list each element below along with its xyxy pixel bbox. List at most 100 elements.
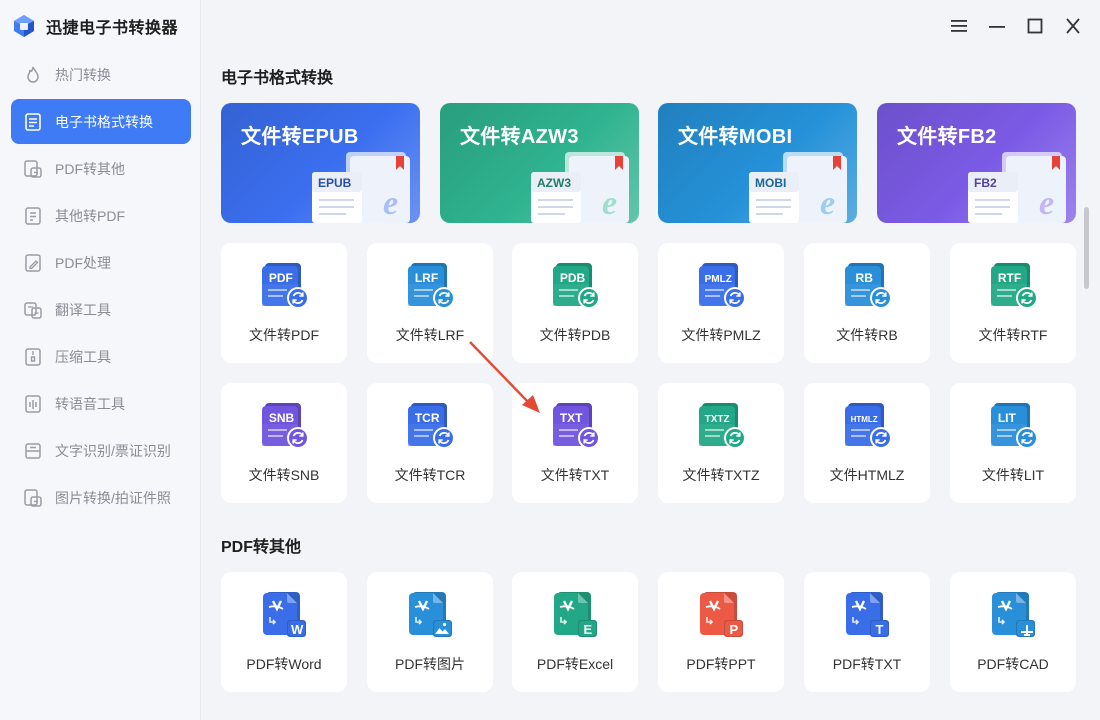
file-tag: PDF — [269, 271, 293, 285]
sidebar-item-label: 其他转PDF — [55, 207, 125, 224]
scrollbar-thumb[interactable] — [1084, 207, 1089, 289]
pdf-to-e-icon: E — [554, 592, 597, 637]
section-title-pdf-other: PDF转其他 — [221, 539, 302, 556]
sidebar-item-label: PDF处理 — [55, 254, 111, 271]
file-tag: TXT — [560, 411, 583, 425]
sidebar-item-label: 文字识别/票证识别 — [55, 442, 171, 459]
card-label: 文件转TXT — [540, 467, 610, 483]
banner-mobi[interactable]: 文件转MOBI e MOBI — [658, 103, 857, 223]
banner-tag: FB2 — [974, 176, 997, 190]
card-label: 文件转LRF — [395, 327, 465, 343]
sidebar-item-label: 翻译工具 — [55, 301, 111, 318]
banner-title: 文件转EPUB — [241, 126, 359, 148]
banner-tag: EPUB — [318, 176, 352, 190]
sidebar-item-6[interactable]: 翻译工具 — [11, 287, 191, 332]
file-rtf-icon: RTF — [991, 263, 1038, 309]
file-tag: RTF — [998, 271, 1021, 285]
card-pdb[interactable]: PDB 文件转PDB — [512, 243, 638, 363]
card-label: PDF转Word — [246, 656, 322, 672]
card-snb[interactable]: SNB 文件转SNB — [221, 383, 347, 503]
card-pdf-1[interactable]: W PDF转Word — [221, 572, 347, 692]
card-label: PDF转图片 — [395, 656, 465, 672]
card-rtf[interactable]: RTF 文件转RTF — [950, 243, 1076, 363]
file-tag: LIT — [998, 411, 1017, 425]
card-label: 文件转PMLZ — [681, 327, 761, 343]
ebook-icon — [25, 112, 41, 131]
card-label: 文件转PDB — [539, 327, 611, 343]
close-icon[interactable] — [1059, 12, 1087, 40]
svg-text:W: W — [291, 622, 304, 637]
card-pdf-5[interactable]: T PDF转TXT — [804, 572, 930, 692]
sidebar-item-3[interactable]: PDF转其他 — [11, 146, 191, 191]
book-illustration-icon: e AZW3 — [531, 152, 629, 223]
svg-text:T: T — [876, 622, 884, 637]
sidebar-item-2[interactable]: 电子书格式转换 — [11, 99, 191, 144]
card-tcr[interactable]: TCR 文件转TCR — [367, 383, 493, 503]
app-logo-icon — [14, 15, 34, 37]
sidebar-item-10[interactable]: 图片转换/拍证件照 — [11, 475, 191, 520]
card-pdf-3[interactable]: E PDF转Excel — [512, 572, 638, 692]
translate-icon — [24, 301, 42, 319]
sidebar-item-5[interactable]: PDF处理 — [11, 240, 191, 285]
file-tcr-icon: TCR — [408, 403, 455, 449]
card-label: 文件转RB — [836, 327, 898, 343]
sidebar-item-label: 热门转换 — [55, 66, 111, 83]
file-lrf-icon: LRF — [408, 263, 455, 309]
sidebar: 迅捷电子书转换器 热门转换电子书格式转换 PDF转其他 其他转PDF PDF处理翻译工… — [0, 0, 201, 720]
file-txtz-icon: TXTZ — [699, 403, 746, 449]
banner-epub[interactable]: 文件转EPUB e EPUB — [221, 103, 420, 223]
sidebar-item-8[interactable]: 转语音工具 — [11, 381, 191, 426]
file-tag: PDB — [560, 271, 586, 285]
card-pdf-6[interactable]: PDF转CAD — [950, 572, 1076, 692]
card-label: 文件转SNB — [248, 467, 320, 483]
to-pdf-icon — [25, 206, 41, 225]
file-tag: RB — [856, 271, 874, 285]
card-pdf[interactable]: PDF 文件转PDF — [221, 243, 347, 363]
menu-icon[interactable] — [945, 12, 973, 40]
app-title: 迅捷电子书转换器 — [46, 20, 179, 37]
voice-icon — [25, 394, 41, 413]
minimize-icon[interactable] — [983, 12, 1011, 40]
file-tag: HTMLZ — [851, 415, 878, 424]
svg-text:e: e — [820, 185, 835, 222]
card-pdf-4[interactable]: P PDF转PPT — [658, 572, 784, 692]
file-tag: LRF — [415, 271, 438, 285]
file-tag: PMLZ — [705, 274, 732, 285]
banner-title: 文件转MOBI — [678, 126, 793, 148]
card-txtz[interactable]: TXTZ 文件转TXTZ — [658, 383, 784, 503]
sidebar-item-1[interactable]: 热门转换 — [11, 52, 191, 97]
card-pmlz[interactable]: PMLZ 文件转PMLZ — [658, 243, 784, 363]
card-htmlz[interactable]: HTMLZ 文件HTMLZ — [804, 383, 930, 503]
sidebar-item-7[interactable]: 压缩工具 — [11, 334, 191, 379]
card-label: 文件转LIT — [981, 467, 1045, 483]
book-illustration-icon: e MOBI — [749, 152, 847, 223]
pdf-to-p-icon: P — [700, 592, 743, 637]
section-title-ebook: 电子书格式转换 — [221, 70, 334, 87]
sidebar-item-4[interactable]: 其他转PDF — [11, 193, 191, 238]
file-pdf-icon: PDF — [262, 263, 309, 309]
banner-azw3[interactable]: 文件转AZW3 e AZW3 — [440, 103, 639, 223]
card-pdf-2[interactable]: PDF转图片 — [367, 572, 493, 692]
svg-text:e: e — [1039, 185, 1054, 222]
banner-tag: MOBI — [755, 176, 786, 190]
svg-text:e: e — [383, 185, 398, 222]
sidebar-item-9[interactable]: 文字识别/票证识别 — [11, 428, 191, 473]
file-lit-icon: LIT — [991, 403, 1038, 449]
card-lit[interactable]: LIT 文件转LIT — [950, 383, 1076, 503]
maximize-icon[interactable] — [1021, 12, 1049, 40]
file-pmlz-icon: PMLZ — [699, 263, 746, 309]
sidebar-item-label: PDF转其他 — [55, 160, 125, 177]
card-label: PDF转TXT — [832, 656, 902, 672]
card-label: 文件转TCR — [394, 467, 466, 483]
card-rb[interactable]: RB 文件转RB — [804, 243, 930, 363]
card-lrf[interactable]: LRF 文件转LRF — [367, 243, 493, 363]
file-pdb-icon: PDB — [553, 263, 600, 309]
file-rb-icon: RB — [845, 263, 892, 309]
file-tag: TXTZ — [705, 414, 730, 425]
banner-tag: AZW3 — [537, 176, 571, 190]
pdf-to-cad-icon — [992, 592, 1035, 637]
banner-fb2[interactable]: 文件转FB2 e FB2 — [877, 103, 1076, 223]
banner-title: 文件转AZW3 — [460, 126, 579, 148]
card-label: PDF转CAD — [977, 656, 1049, 672]
card-txt[interactable]: TXT 文件转TXT — [512, 383, 638, 503]
